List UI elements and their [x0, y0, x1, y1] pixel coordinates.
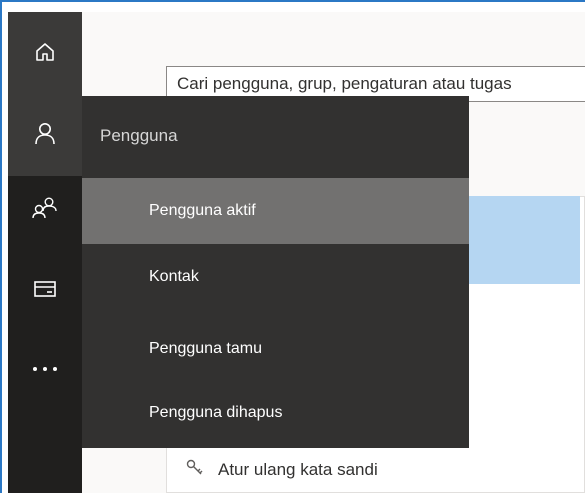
window-top-border — [0, 0, 585, 2]
flyout-item-label: Pengguna aktif — [149, 202, 256, 219]
flyout-title: Pengguna — [100, 126, 178, 145]
key-icon — [186, 459, 204, 482]
home-icon — [34, 41, 56, 68]
groups-icon — [32, 196, 58, 225]
nav-groups[interactable] — [8, 176, 82, 244]
nav-more[interactable] — [8, 338, 82, 398]
reset-password-label: Atur ulang kata sandi — [218, 460, 378, 479]
flyout-item-label: Kontak — [149, 268, 199, 285]
more-icon — [32, 359, 58, 377]
flyout-item-contacts[interactable]: Kontak — [82, 244, 469, 310]
flyout-item-deleted-users[interactable]: Pengguna dihapus — [82, 380, 469, 446]
reset-password-action[interactable]: Atur ulang kata sandi — [186, 452, 378, 488]
nav-home[interactable] — [8, 12, 82, 96]
flyout-item-guest-users[interactable]: Pengguna tamu — [82, 316, 469, 382]
user-icon — [34, 122, 56, 151]
flyout-item-label: Pengguna dihapus — [149, 404, 283, 421]
flyout-item-active-users[interactable]: Pengguna aktif — [82, 178, 469, 244]
flyout-item-label: Pengguna tamu — [149, 340, 262, 357]
search-input-text: Cari pengguna, grup, pengaturan atau tug… — [177, 74, 512, 93]
billing-icon — [33, 279, 57, 304]
nav-billing[interactable] — [8, 260, 82, 322]
admin-center-window: Cari pengguna, grup, pengaturan atau tug… — [0, 0, 585, 493]
window-left-border — [0, 0, 2, 493]
nav-users[interactable] — [8, 96, 82, 176]
